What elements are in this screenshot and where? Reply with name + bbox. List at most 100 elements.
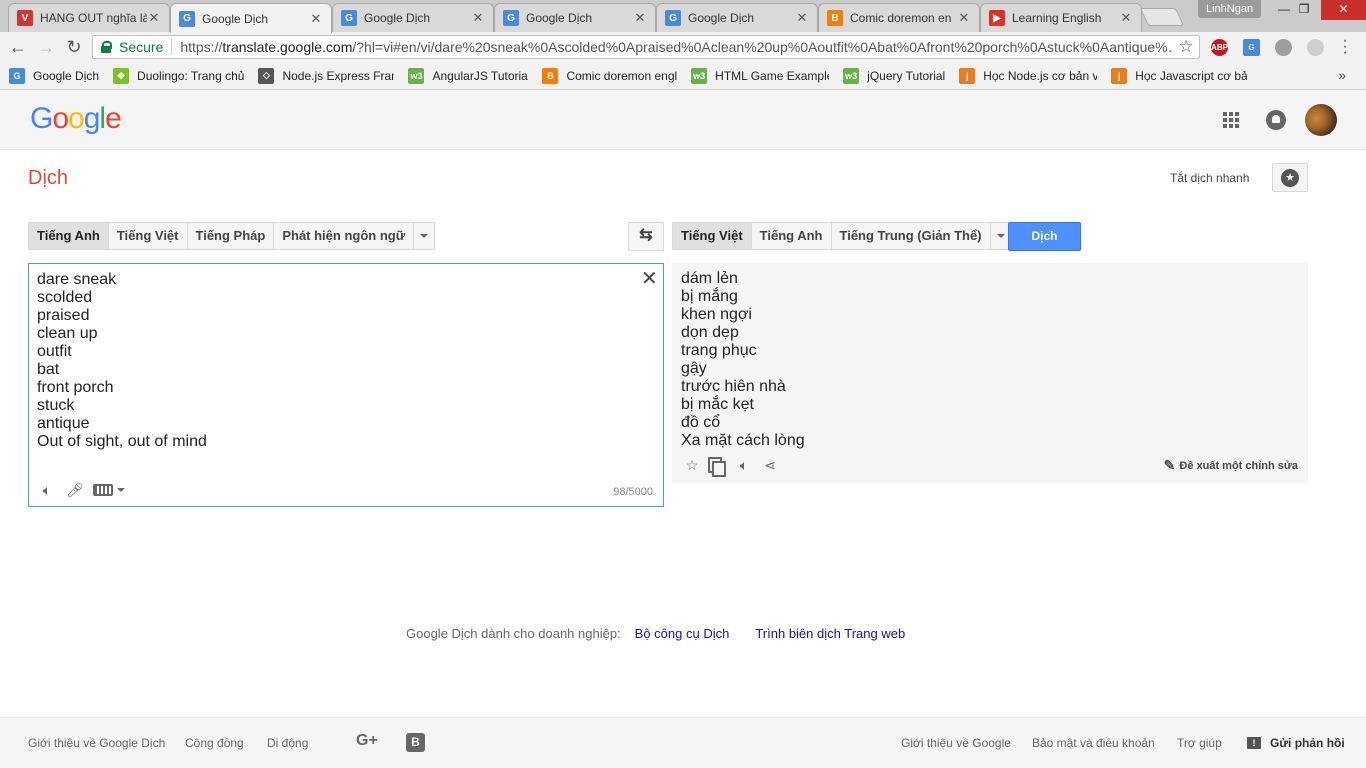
- feedback-icon[interactable]: !: [1247, 737, 1261, 749]
- translate-button[interactable]: Dịch: [1008, 222, 1081, 251]
- close-tab-icon[interactable]: ✕: [471, 10, 485, 26]
- extension-light-icon[interactable]: [1307, 39, 1324, 56]
- language-option[interactable]: Tiếng Pháp: [188, 223, 275, 249]
- clear-text-icon[interactable]: ✕: [641, 269, 658, 289]
- browser-tab[interactable]: ▶ Learning English ✕: [980, 3, 1142, 32]
- google-translate-ext-icon[interactable]: G: [1243, 39, 1260, 56]
- source-text[interactable]: dare sneak scolded praised clean up outf…: [37, 271, 207, 451]
- microphone-icon[interactable]: 🎤︎: [65, 480, 85, 500]
- language-option[interactable]: Tiếng Anh: [752, 223, 832, 249]
- blogger-icon[interactable]: B: [406, 733, 425, 752]
- tab-title: Google Dịch: [688, 11, 755, 25]
- footer-about-google-link[interactable]: Giới thiệu về Google: [901, 736, 1011, 750]
- character-count: 98/5000: [613, 486, 653, 498]
- tab-title: Comic doremon en: [850, 11, 952, 25]
- new-tab-button[interactable]: [1139, 8, 1185, 26]
- phrasebook-button[interactable]: ★: [1272, 163, 1308, 192]
- speaker-icon[interactable]: 🔈︎: [734, 455, 754, 475]
- forward-arrow-icon[interactable]: →: [35, 36, 57, 58]
- bookmark-item[interactable]: w3 HTML Game Example: [691, 67, 830, 84]
- bookmark-item[interactable]: j Học Javascript cơ bản: [1111, 67, 1247, 84]
- browser-tab[interactable]: V HANG OUT nghĩa là ✕: [8, 3, 170, 32]
- translator-toolkit-link[interactable]: Bộ công cụ Dịch: [635, 626, 730, 641]
- close-tab-icon[interactable]: ✕: [1119, 10, 1133, 26]
- google-logo[interactable]: Google: [30, 102, 122, 136]
- keyboard-dropdown-icon[interactable]: [117, 488, 125, 492]
- logo-letter: G: [30, 102, 53, 135]
- footer-community-link[interactable]: Cộng đồng: [185, 736, 244, 750]
- footer-privacy-link[interactable]: Bảo mật và điều khoản: [1032, 736, 1155, 750]
- back-arrow-icon[interactable]: ←: [7, 36, 29, 58]
- swap-languages-icon[interactable]: ⇆: [628, 222, 664, 251]
- extension-gray-icon[interactable]: [1275, 39, 1292, 56]
- browser-tab[interactable]: G Google Dịch ✕: [332, 3, 494, 32]
- translate-subheader: Dịch Tắt dịch nhanh ★: [0, 150, 1366, 208]
- footer: Giới thiệu về Google Dịch Cộng đồng Di đ…: [0, 717, 1366, 768]
- bookmark-item[interactable]: ◇ Node.js Express Fram: [258, 67, 394, 84]
- instant-translate-toggle[interactable]: Tắt dịch nhanh: [1170, 171, 1249, 185]
- bookmark-item[interactable]: w3 jQuery Tutorial: [843, 67, 945, 84]
- address-separator: [171, 39, 173, 55]
- star-icon: ★: [1281, 168, 1299, 187]
- footer-help-link[interactable]: Trợ giúp: [1177, 736, 1222, 750]
- footer-mobile-link[interactable]: Di động: [267, 736, 308, 750]
- source-language-bar: Tiếng Anh Tiếng Việt Tiếng Pháp Phát hiện n…: [28, 222, 436, 250]
- language-option[interactable]: Tiếng Việt: [109, 223, 188, 249]
- website-translator-link[interactable]: Trình biên dịch Trang web: [755, 626, 905, 641]
- language-option[interactable]: Tiếng Anh: [29, 223, 109, 249]
- notifications-bell-icon[interactable]: [1266, 110, 1286, 130]
- close-tab-icon[interactable]: ✕: [309, 11, 323, 27]
- bookmark-item[interactable]: j Học Node.js cơ bản v: [959, 67, 1097, 84]
- keyboard-icon[interactable]: [93, 484, 113, 496]
- footer-about-link[interactable]: Giới thiệu về Google Dịch: [28, 736, 165, 750]
- bookmark-item[interactable]: G Google Dịch: [9, 67, 99, 84]
- close-tab-icon[interactable]: ✕: [957, 10, 971, 26]
- close-window-icon[interactable]: ✕: [1321, 0, 1366, 20]
- j-icon: j: [1111, 67, 1128, 84]
- source-text-area[interactable]: dare sneak scolded praised clean up outf…: [28, 263, 664, 507]
- browser-tab[interactable]: G Google Dịch ✕: [494, 3, 656, 32]
- avatar[interactable]: [1305, 104, 1337, 136]
- speaker-icon[interactable]: 🔈︎: [37, 480, 57, 500]
- business-prefix: Google Dịch dành cho doanh nghiệp:: [406, 626, 621, 641]
- bookmark-item[interactable]: w3 AngularJS Tutorial: [408, 67, 528, 84]
- close-tab-icon[interactable]: ✕: [633, 10, 647, 26]
- browser-tab[interactable]: G Google Dịch ✕: [170, 3, 332, 33]
- apps-grid-icon[interactable]: [1223, 112, 1239, 128]
- bookmark-star-icon[interactable]: ☆: [1173, 37, 1199, 57]
- close-tab-icon[interactable]: ✕: [147, 10, 161, 26]
- browser-tab[interactable]: G Google Dịch ✕: [656, 3, 818, 32]
- browser-tab[interactable]: B Comic doremon en ✕: [818, 3, 980, 32]
- reload-icon[interactable]: ↻: [63, 36, 85, 58]
- google-translate-icon: G: [9, 67, 25, 84]
- chrome-menu-icon[interactable]: · · ·: [1340, 33, 1350, 61]
- language-option[interactable]: Tiếng Việt: [673, 223, 752, 249]
- close-tab-icon[interactable]: ✕: [795, 10, 809, 26]
- blogger-icon: B: [542, 67, 559, 84]
- address-bar[interactable]: Secure https://translate.google.com/?hl=…: [92, 35, 1200, 59]
- google-plus-icon[interactable]: G+: [356, 732, 378, 750]
- more-languages-dropdown[interactable]: [414, 223, 434, 249]
- lock-icon: [101, 41, 112, 53]
- bookmarks-overflow-icon[interactable]: »: [1338, 67, 1346, 83]
- save-star-icon[interactable]: ☆: [682, 455, 702, 475]
- suggest-edit-link[interactable]: ✎ Đề xuất một chỉnh sửa: [1164, 457, 1298, 474]
- target-language-bar: Tiếng Việt Tiếng Anh Tiếng Trung (Giản Thể…: [672, 222, 1012, 250]
- language-option[interactable]: Tiếng Trung (Giản Thể): [832, 223, 991, 249]
- business-links: Google Dịch dành cho doanh nghiệp: Bộ cô…: [406, 626, 905, 641]
- bookmark-item[interactable]: B Comic doremon engl: [542, 67, 677, 84]
- footer-feedback-link[interactable]: Gửi phản hồi: [1270, 736, 1345, 750]
- copy-icon[interactable]: [708, 457, 726, 477]
- j-icon: j: [959, 67, 976, 84]
- bookmark-item[interactable]: ◆ Duolingo: Trang chủ: [113, 67, 244, 84]
- bookmark-label: HTML Game Example: [715, 68, 830, 83]
- maximize-icon[interactable]: ❐: [1290, 0, 1318, 20]
- url-text[interactable]: https://translate.google.com/?hl=vi#en/v…: [180, 39, 1173, 55]
- language-option[interactable]: Phát hiện ngôn ngữ: [274, 223, 415, 249]
- translation-result-area: dám lẻn bị mắng khen ngợi dọn dẹp trang …: [672, 263, 1308, 483]
- share-icon[interactable]: ⋖: [760, 455, 780, 475]
- tab-title: Google Dịch: [526, 11, 593, 25]
- secure-label: Secure: [119, 39, 164, 55]
- profile-badge[interactable]: LinhNgan: [1198, 0, 1262, 18]
- adblock-icon[interactable]: ABP: [1211, 39, 1228, 56]
